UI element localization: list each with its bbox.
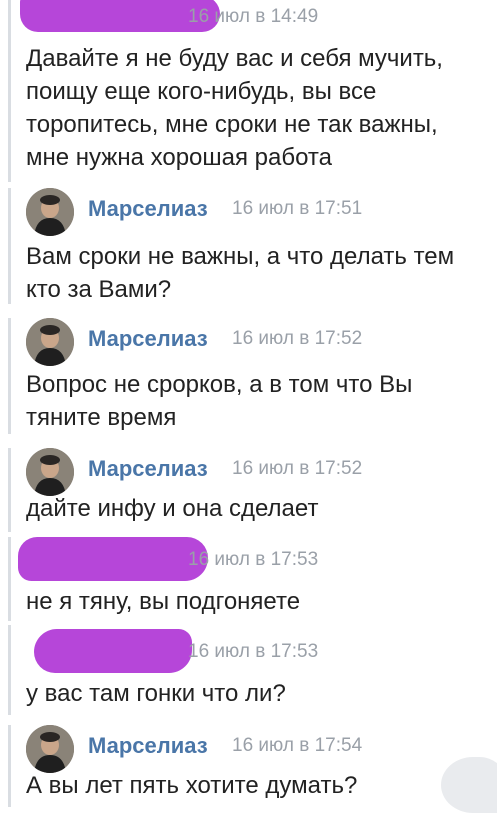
message-text-line: Вам сроки не важны, а что делать тем — [26, 243, 455, 270]
thread-bar — [8, 318, 11, 434]
message-text-line: кто за Вами? — [26, 276, 172, 303]
message-thread: 16 июл в 14:49 Давайте я не буду вас и с… — [0, 0, 497, 813]
message: 16 июл в 14:49 Давайте я не буду вас и с… — [0, 0, 497, 190]
redacted-sender-mark — [18, 537, 208, 581]
sender-name[interactable]: Марселиаз — [88, 456, 208, 482]
message: Марселиаз 16 июл в 17:54 А вы лет пять х… — [0, 725, 497, 807]
message: Марселиаз 16 июл в 17:52 Вопрос не срорк… — [0, 318, 497, 436]
message-header[interactable]: Марселиаз 16 июл в 17:52 — [26, 448, 466, 496]
user-avatar[interactable] — [26, 318, 74, 366]
message-text: Вопрос не срорков, а в том что Вы тяните… — [26, 368, 487, 434]
message-header[interactable]: Марселиаз 16 июл в 17:52 — [26, 318, 466, 366]
message: Марселиаз 16 июл в 17:51 Вам сроки не ва… — [0, 188, 497, 306]
corner-decoration — [441, 757, 497, 813]
message-header: 16 июл в 17:53 — [18, 537, 386, 581]
thread-bar — [8, 537, 11, 621]
message: 16 июл в 17:53 у вас там гонки что ли? — [0, 625, 497, 717]
message-text: у вас там гонки что ли? — [26, 677, 487, 710]
message-time: 16 июл в 14:49 — [188, 6, 319, 27]
message-text-line: не я тяну, вы подгоняете — [26, 588, 301, 615]
sender-name[interactable]: Марселиаз — [88, 196, 208, 222]
thread-bar — [8, 188, 11, 304]
user-avatar[interactable] — [26, 725, 74, 773]
message-header: 16 июл в 14:49 — [20, 0, 386, 40]
message-text-line: поищу еще кого-нибудь, вы все — [26, 78, 377, 105]
message-text-line: торопитесь, мне сроки не так важны, — [26, 111, 438, 138]
message-text-line: дайте инфу и она сделает — [26, 495, 319, 522]
message-text-line: мне нужна хорошая работа — [26, 144, 332, 171]
user-avatar-icon — [26, 448, 74, 496]
message-time: 16 июл в 17:52 — [232, 328, 363, 349]
message-text-line: тяните время — [26, 404, 177, 431]
message-text-line: А вы лет пять хотите думать? — [26, 772, 358, 799]
user-avatar[interactable] — [26, 188, 74, 236]
message-text-line: Вопрос не срорков, а в том что Вы — [26, 371, 413, 398]
user-avatar-icon — [26, 318, 74, 366]
message-header[interactable]: Марселиаз 16 июл в 17:51 — [26, 188, 466, 236]
message: 16 июл в 17:53 не я тяну, вы подгоняете — [0, 537, 497, 623]
message-text: Давайте я не буду вас и себя мучить, пои… — [26, 42, 487, 174]
message-header: 16 июл в 17:53 — [26, 625, 386, 673]
message-text: Вам сроки не важны, а что делать тем кто… — [26, 240, 487, 306]
redacted-sender-mark — [34, 629, 192, 673]
sender-name[interactable]: Марселиаз — [88, 733, 208, 759]
user-avatar[interactable] — [26, 448, 74, 496]
message-text: не я тяну, вы подгоняете — [26, 585, 487, 618]
thread-bar — [8, 625, 11, 715]
thread-bar — [8, 448, 11, 532]
user-avatar-icon — [26, 725, 74, 773]
message-header[interactable]: Марселиаз 16 июл в 17:54 — [26, 725, 466, 773]
message-text: А вы лет пять хотите думать? — [26, 769, 487, 802]
message-time: 16 июл в 17:51 — [232, 198, 363, 219]
thread-bar — [8, 0, 11, 182]
message-time: 16 июл в 17:53 — [188, 549, 319, 570]
user-avatar-icon — [26, 188, 74, 236]
message: Марселиаз 16 июл в 17:52 дайте инфу и он… — [0, 448, 497, 534]
message-text-line: у вас там гонки что ли? — [26, 680, 286, 707]
message-text: дайте инфу и она сделает — [26, 492, 487, 525]
message-text-line: Давайте я не буду вас и себя мучить, — [26, 45, 443, 72]
message-time: 16 июл в 17:54 — [232, 735, 363, 756]
message-time: 16 июл в 17:52 — [232, 458, 363, 479]
thread-bar — [8, 725, 11, 807]
sender-name[interactable]: Марселиаз — [88, 326, 208, 352]
message-time: 16 июл в 17:53 — [188, 641, 319, 662]
